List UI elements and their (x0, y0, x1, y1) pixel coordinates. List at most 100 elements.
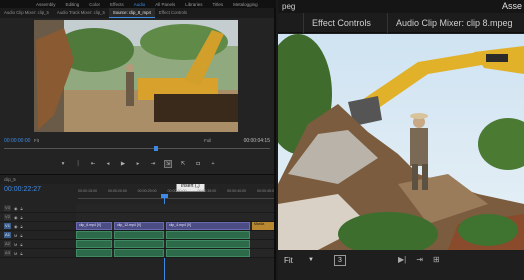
video-clip[interactable]: clip_12.mp4 [V] (114, 222, 164, 230)
mute-icon[interactable]: M (14, 242, 17, 247)
track-lane[interactable] (76, 231, 274, 239)
mark-in-icon[interactable]: ▾ (60, 161, 66, 167)
overwrite-icon[interactable]: ⇱ (180, 161, 186, 167)
lock-icon[interactable]: 🔒︎ (20, 242, 22, 247)
workspace-menu: Assembly Editing Color Effects Audio All Pane… (0, 0, 276, 8)
source-timecode-row: 00:00:00:00 00:00:04:15 (4, 138, 270, 146)
step-forward-icon[interactable]: ▶| (398, 255, 406, 264)
track-target-toggle[interactable]: A2 (4, 241, 11, 247)
track-target-toggle[interactable]: V3 (4, 205, 11, 211)
workspace-item-libraries[interactable]: Libraries (185, 2, 202, 7)
go-to-out-icon[interactable]: ⇥ (150, 161, 156, 167)
timeline-header: clip_5 (0, 174, 274, 184)
audio-clip[interactable] (114, 231, 164, 239)
premiere-workspace: Assembly Editing Color Effects Audio All Pane… (0, 0, 524, 280)
track-v3: V3 ◉ 🔒︎ (0, 204, 274, 213)
mute-icon[interactable]: M (14, 251, 17, 256)
tab-effect-controls[interactable]: Effect Controls (304, 12, 388, 33)
track-lane[interactable] (76, 240, 274, 248)
track-lane[interactable]: clip_6.mp4 [V] clip_12.mp4 [V] clip_4.mp4 … (76, 222, 274, 230)
playback-resolution-field[interactable]: 3 (334, 255, 346, 266)
excavator-demolition-image (278, 34, 524, 250)
track-lane[interactable] (76, 249, 274, 257)
audio-clip[interactable] (76, 231, 112, 239)
source-monitor-video (34, 20, 238, 132)
tab-audio-clip-mixer[interactable]: Audio Clip Mixer: clip 8.mpeg (388, 13, 521, 33)
workspace-item-all-panels[interactable]: All Panels (155, 2, 175, 7)
lock-icon[interactable]: 🔒︎ (21, 224, 23, 229)
eye-icon[interactable]: ◉ (14, 206, 18, 211)
video-clip[interactable]: clip_4.mp4 [V] (166, 222, 250, 230)
track-v1: V1 ◉ 🔒︎ clip_6.mp4 [V] clip_12.mp4 [V] clip_4… (0, 222, 274, 231)
track-target-toggle[interactable]: V2 (4, 214, 11, 220)
workspace-item-effects[interactable]: Effects (110, 2, 124, 7)
go-to-out-icon[interactable]: ⇥ (416, 255, 423, 264)
track-target-toggle[interactable]: A1 (4, 232, 11, 238)
audio-clip[interactable] (114, 249, 164, 257)
audio-clip[interactable] (76, 240, 112, 248)
ruler-tick-label: 00:00:40:00 (227, 189, 247, 193)
workspace-item-assembly[interactable]: Assembly (36, 2, 56, 7)
program-zoom-select[interactable]: Fit (284, 256, 293, 265)
track-target-toggle[interactable]: A3 (4, 250, 11, 256)
track-lane[interactable] (76, 204, 274, 212)
timeline-ruler[interactable]: 00:00:15:00 00:00:20:00 00:00:25:00 00:00:3… (78, 189, 274, 199)
clip-effect-label[interactable]: Mastia (252, 222, 274, 230)
track-header: A3 M 🔒︎ (0, 250, 76, 256)
track-a3: A3 M 🔒︎ (0, 249, 274, 258)
chevron-down-icon[interactable]: ▼ (308, 257, 314, 263)
source-zoom-select[interactable]: Fit (34, 138, 39, 143)
export-frame-icon[interactable]: ◘ (195, 161, 201, 167)
source-resolution-select[interactable]: Full (204, 138, 211, 143)
workspace-item-editing[interactable]: Editing (66, 2, 80, 7)
video-clip[interactable]: clip_6.mp4 [V] (76, 222, 112, 230)
workspace-item-metalogging[interactable]: Metalogging (233, 2, 258, 7)
sequence-name[interactable]: clip_5 (4, 177, 16, 182)
source-transport-controls: ▾ ⏐ ⇤ ◂ ▶ ▸ ⇥ ⇲ ⇱ ◘ + (60, 159, 260, 169)
lock-icon[interactable]: 🔒︎ (21, 215, 23, 220)
source-scrub-ruler[interactable] (4, 146, 270, 154)
source-playhead[interactable] (154, 146, 158, 151)
source-timecode-in: 00:00:00:00 (4, 138, 31, 144)
audio-clip[interactable] (114, 240, 164, 248)
lock-icon[interactable]: 🔒︎ (21, 206, 23, 211)
workspace-item-color[interactable]: Color (89, 2, 100, 7)
step-back-icon[interactable]: ◂ (105, 161, 111, 167)
ruler-tick-label: 00:00:20:00 (107, 189, 127, 193)
audio-clip[interactable] (166, 231, 250, 239)
tab-program[interactable] (278, 12, 304, 33)
track-header: A1 M 🔒︎ (0, 232, 76, 238)
mark-out-icon[interactable]: ⏐ (75, 161, 81, 168)
lock-icon[interactable]: 🔒︎ (20, 251, 22, 256)
right-title-bar: peg Asse (278, 0, 524, 13)
workspace-item-titles[interactable]: Titles (213, 2, 224, 7)
track-a2: A2 M 🔒︎ (0, 240, 274, 249)
timeline-tracks: V3 ◉ 🔒︎ V2 ◉ 🔒︎ V1 ◉ 🔒︎ clip_6.mp4 [V] clip_12.mp4… (0, 204, 274, 258)
eye-icon[interactable]: ◉ (14, 215, 18, 220)
go-to-in-icon[interactable]: ⇤ (90, 161, 96, 167)
track-lane[interactable] (76, 213, 274, 221)
workspace-item-audio[interactable]: Audio (134, 2, 146, 7)
audio-clip[interactable] (166, 240, 250, 248)
insert-icon[interactable]: ⇲ (164, 160, 172, 168)
eye-icon[interactable]: ◉ (14, 224, 18, 229)
left-tab-0[interactable]: Audio Clip Mixer: clip_5 (0, 8, 53, 18)
step-forward-icon[interactable]: ▸ (135, 161, 141, 167)
insert-icon[interactable]: ⊞ (433, 255, 440, 264)
add-button-icon[interactable]: + (210, 161, 216, 167)
left-panel-tabs: Audio Clip Mixer: clip_5 Audio Track Mixe… (0, 8, 274, 18)
audio-clip[interactable] (76, 249, 112, 257)
timeline-timecode[interactable]: 00:00:22:27 (4, 186, 41, 193)
left-tab-2[interactable]: Source: clip_8_mp4 (108, 8, 155, 18)
track-header: A2 M 🔒︎ (0, 241, 76, 247)
audio-clip[interactable] (166, 249, 250, 257)
play-icon[interactable]: ▶ (120, 161, 126, 167)
ruler-tick-label: 00:00:25:00 (137, 189, 157, 193)
left-editor-panel: Audio Clip Mixer: clip_5 Audio Track Mixe… (0, 8, 276, 280)
mute-icon[interactable]: M (14, 233, 17, 238)
brand-text: Asse (501, 1, 522, 11)
left-tab-3[interactable]: Effect Controls (155, 8, 191, 18)
lock-icon[interactable]: 🔒︎ (20, 233, 22, 238)
track-target-toggle[interactable]: V1 (4, 223, 11, 229)
left-tab-1[interactable]: Audio Track Mixer: clip_5 (53, 8, 109, 18)
